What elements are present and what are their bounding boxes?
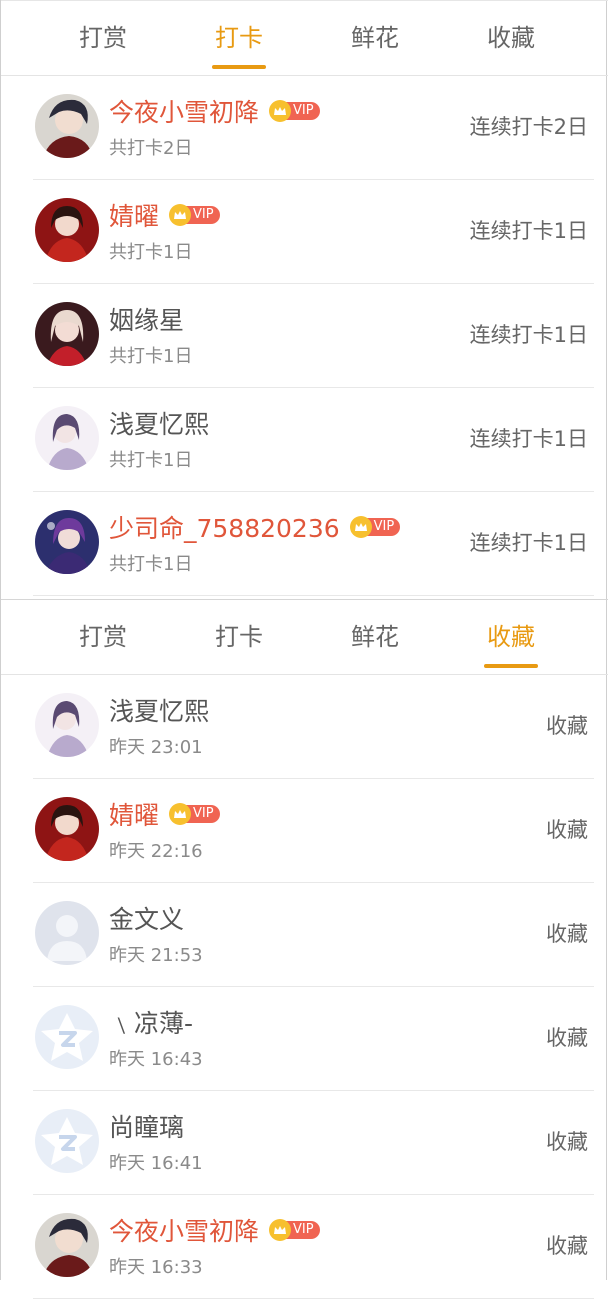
item-status: 收藏 [546,818,588,842]
vip-badge: VIP [169,803,220,825]
item-subtitle: 昨天 16:43 [109,1049,203,1070]
tab-flowers[interactable]: 鲜花 [307,1,443,75]
name-line: 婧曜 VIP [109,198,220,232]
list-item[interactable]: 今夜小雪初降 VIP 共打卡2日 连续打卡2日 [33,76,594,180]
user-name[interactable]: 金文义 [109,900,184,936]
tab-reward[interactable]: 打赏 [35,1,171,75]
item-status: 收藏 [546,1026,588,1050]
avatar[interactable] [35,302,99,366]
item-status: 收藏 [546,922,588,946]
favorites-list: 浅夏忆熙 昨天 23:01 收藏 婧曜 VIP 昨天 22:16 收藏 金文义 昨天 21:53… [1,675,608,1299]
tab-bar: 打赏 打卡 鲜花 收藏 [1,600,608,675]
avatar[interactable] [35,1213,99,1277]
item-status: 收藏 [546,1234,588,1258]
user-name[interactable]: 尚瞳璃 [109,1108,184,1144]
crown-icon [169,803,192,825]
list-item[interactable]: 浅夏忆熙共打卡1日 连续打卡1日 [33,388,594,492]
item-subtitle: 共打卡1日 [109,346,193,367]
avatar[interactable] [35,693,99,757]
name-line: 浅夏忆熙 [109,693,209,727]
user-name[interactable]: 婧曜 [109,796,159,832]
user-name[interactable]: 今夜小雪初降 [109,93,259,129]
user-name[interactable]: ﹨凉薄- [109,1004,193,1040]
tab-checkin[interactable]: 打卡 [171,600,307,674]
name-line: 浅夏忆熙 [109,406,209,440]
avatar[interactable] [35,198,99,262]
item-subtitle: 共打卡1日 [109,242,193,263]
checkin-list: 今夜小雪初降 VIP 共打卡2日 连续打卡2日 婧曜 VIP 共打卡1日 连续打卡1日 姻缘星共… [1,76,608,596]
avatar[interactable] [35,510,99,574]
default-user-icon[interactable] [35,901,99,965]
item-subtitle: 昨天 22:16 [109,841,203,862]
item-subtitle: 昨天 16:41 [109,1153,203,1174]
vip-badge: VIP [169,204,220,226]
list-item[interactable]: 今夜小雪初降 VIP 昨天 16:33 收藏 [33,1195,594,1299]
list-item[interactable]: 尚瞳璃昨天 16:41 收藏 [33,1091,594,1195]
item-subtitle: 共打卡2日 [109,138,193,159]
user-name[interactable]: 婧曜 [109,197,159,233]
list-item[interactable]: 少司命_758820236 VIP 共打卡1日 连续打卡1日 [33,492,594,596]
avatar[interactable] [35,406,99,470]
crown-icon [269,100,292,122]
item-subtitle: 昨天 23:01 [109,737,203,758]
tab-bar: 打赏 打卡 鲜花 收藏 [1,1,608,76]
user-name[interactable]: 浅夏忆熙 [109,692,209,728]
user-name[interactable]: 浅夏忆熙 [109,405,209,441]
name-line: 少司命_758820236 VIP [109,509,401,545]
item-subtitle: 共打卡1日 [109,450,193,471]
list-item[interactable]: 金文义昨天 21:53 收藏 [33,883,594,987]
tab-favorites[interactable]: 收藏 [443,600,579,674]
item-subtitle: 共打卡1日 [109,554,193,575]
avatar[interactable] [35,797,99,861]
vip-badge: VIP [349,516,401,538]
name-line: 姻缘星 [109,302,184,336]
name-line: 今夜小雪初降 VIP [109,94,320,128]
tab-checkin[interactable]: 打卡 [171,1,307,75]
tab-reward[interactable]: 打赏 [35,600,171,674]
avatar[interactable] [35,94,99,158]
user-name[interactable]: 今夜小雪初降 [109,1212,259,1248]
name-line: 婧曜 VIP [109,797,220,831]
item-status: 收藏 [546,1130,588,1154]
list-item[interactable]: 婧曜 VIP 昨天 22:16 收藏 [33,779,594,883]
user-name[interactable]: 姻缘星 [109,301,184,337]
checkin-panel: 打赏 打卡 鲜花 收藏 今夜小雪初降 VIP 共打卡2日 连续打卡2日 婧曜 VIP 共打卡1日连… [1,0,608,599]
crown-icon [349,516,372,538]
item-status: 连续打卡1日 [469,323,588,347]
vip-badge: VIP [269,1219,320,1241]
qq-logo-icon[interactable] [35,1005,99,1069]
qq-logo-icon[interactable] [35,1109,99,1173]
name-line: 尚瞳璃 [109,1109,184,1143]
name-line: 金文义 [109,901,184,935]
tab-flowers[interactable]: 鲜花 [307,600,443,674]
favorites-panel: 打赏 打卡 鲜花 收藏 浅夏忆熙 昨天 23:01 收藏 婧曜 VIP 昨天 22:16 收藏 金文… [1,599,608,1299]
list-item[interactable]: 姻缘星共打卡1日 连续打卡1日 [33,284,594,388]
list-item[interactable]: 浅夏忆熙昨天 23:01 收藏 [33,675,594,779]
list-item[interactable]: 婧曜 VIP 共打卡1日 连续打卡1日 [33,180,594,284]
list-item[interactable]: ﹨凉薄- 昨天 16:43 收藏 [33,987,594,1091]
item-status: 连续打卡2日 [469,115,588,139]
name-line: ﹨凉薄- [109,1005,193,1039]
item-subtitle: 昨天 16:33 [109,1257,203,1278]
name-line: 今夜小雪初降 VIP [109,1213,320,1247]
vip-badge: VIP [269,100,320,122]
tab-favorites[interactable]: 收藏 [443,1,579,75]
user-name[interactable]: 少司命_758820236 [109,509,340,545]
crown-icon [269,1219,292,1241]
crown-icon [169,204,192,226]
item-status: 收藏 [546,714,588,738]
item-subtitle: 昨天 21:53 [109,945,203,966]
item-status: 连续打卡1日 [469,219,588,243]
item-status: 连续打卡1日 [469,427,588,451]
item-status: 连续打卡1日 [469,531,588,555]
